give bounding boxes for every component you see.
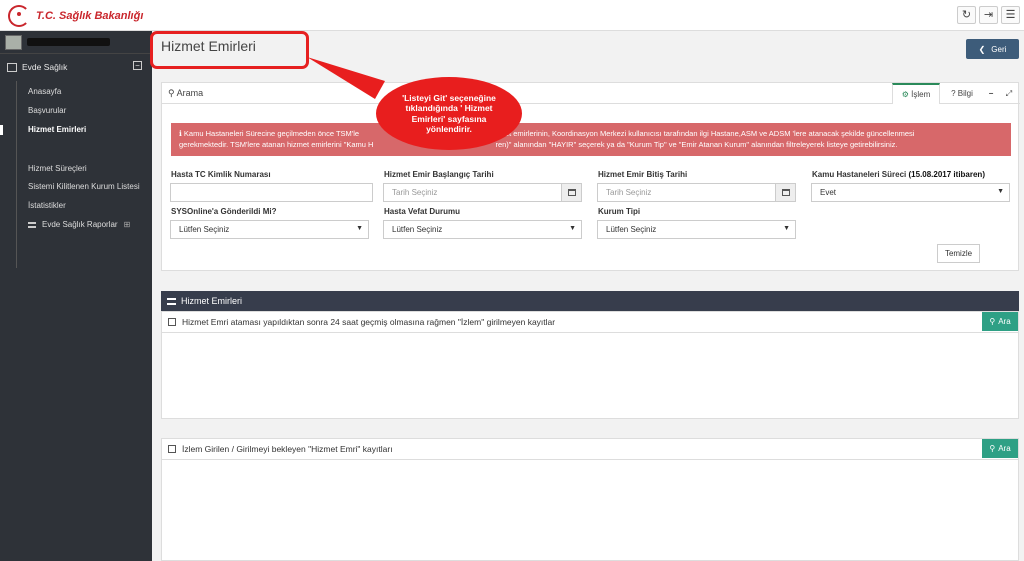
list-icon xyxy=(167,297,176,305)
user-profile[interactable]: ████████ xyxy=(5,33,152,51)
end-date-placeholder: Tarih Seçiniz xyxy=(606,188,652,197)
vefat-label: Hasta Vefat Durumu xyxy=(384,207,461,216)
kurum-select[interactable]: Lütfen Seçiniz ▼ xyxy=(597,220,796,239)
search-icon: ⚲ xyxy=(989,444,996,453)
search-button[interactable]: ⚲ Ara xyxy=(982,439,1018,458)
vefat-select[interactable]: Lütfen Seçiniz ▼ xyxy=(383,220,582,239)
menu-button[interactable]: ☰ xyxy=(1001,6,1020,24)
sidebar-item-raporlar[interactable]: Evde Sağlık Raporlar ⊞ xyxy=(28,220,130,229)
logo: T.C. Sağlık Bakanlığı xyxy=(8,4,143,28)
results-header: Hizmet Emirleri xyxy=(161,291,1019,311)
home-icon xyxy=(7,62,17,72)
caret-down-icon: ▼ xyxy=(569,225,576,232)
expand-icon[interactable]: ⤢ xyxy=(1002,83,1016,104)
search-icon: ⚲ xyxy=(168,88,177,98)
gear-icon: ⚙ xyxy=(901,90,909,99)
user-name: ████████ xyxy=(27,38,110,46)
izlem-records-panel: İzlem Girilen / Girilmeyi bekleyen "Hizm… xyxy=(161,438,1019,561)
izlem-records-header: İzlem Girilen / Girilmeyi bekleyen "Hizm… xyxy=(162,439,1018,460)
kurum-value: Lütfen Seçiniz xyxy=(606,225,657,234)
search-title-label: Arama xyxy=(176,88,204,98)
active-indicator xyxy=(0,125,3,135)
ministry-logo-icon xyxy=(8,5,30,27)
alert-text: ℹ Kamu Hastaneleri Sürecine geçilmeden ö… xyxy=(179,129,360,138)
search-button[interactable]: ⚲ Ara xyxy=(982,312,1018,331)
search-title: ⚲ Arama xyxy=(168,88,203,99)
avatar xyxy=(5,34,22,50)
izlem-records-title: İzlem Girilen / Girilmeyi bekleyen "Hizm… xyxy=(182,444,393,454)
tab-label: İşlem xyxy=(911,90,931,99)
list-icon xyxy=(28,221,36,228)
tree-line xyxy=(16,81,17,268)
sidebar-item-label: Evde Sağlık Raporlar xyxy=(42,220,118,229)
search-button-label: Ara xyxy=(998,444,1011,453)
calendar-icon[interactable] xyxy=(775,184,795,201)
end-date-label: Hizmet Emir Bitiş Tarihi xyxy=(598,170,688,179)
start-date-placeholder: Tarih Seçiniz xyxy=(392,188,438,197)
sys-value: Lütfen Seçiniz xyxy=(179,225,230,234)
top-bar: T.C. Sağlık Bakanlığı ↻ ⇥ ☰ xyxy=(0,0,1024,31)
caret-down-icon: ▼ xyxy=(783,225,790,232)
sidebar-section-label: Evde Sağlık xyxy=(22,62,68,72)
back-label: Geri xyxy=(991,44,1007,54)
sidebar-item-hizmet-emirleri[interactable]: Hizmet Emirleri xyxy=(28,125,86,134)
edit-icon xyxy=(168,445,176,453)
callout-bubble: 'Listeyi Git' seçeneğine tıklandığında '… xyxy=(376,77,522,150)
divider xyxy=(0,53,152,54)
end-date-input[interactable]: Tarih Seçiniz xyxy=(597,183,796,202)
tab-label: Bilgi xyxy=(957,89,973,98)
pending-records-panel: Hizmet Emri ataması yapıldıktan sonra 24… xyxy=(161,311,1019,419)
vefat-value: Lütfen Seçiniz xyxy=(392,225,443,234)
alert-text: gerekmektedir. TSM'lere atanan hizmet em… xyxy=(179,139,374,149)
tc-label: Hasta TC Kimlik Numarası xyxy=(171,170,271,179)
calendar-icon[interactable] xyxy=(561,184,581,201)
caret-down-icon: ▼ xyxy=(356,225,363,232)
results-title: Hizmet Emirleri xyxy=(181,296,243,306)
sidebar-item-hizmet-surecleri[interactable]: Hizmet Süreçleri xyxy=(28,164,87,173)
search-button-label: Ara xyxy=(998,317,1011,326)
sys-select[interactable]: Lütfen Seçiniz ▼ xyxy=(170,220,369,239)
kamu-select[interactable]: Evet ▼ xyxy=(811,183,1010,202)
start-date-label: Hizmet Emir Başlangıç Tarihi xyxy=(384,170,494,179)
clear-button[interactable]: Temizle xyxy=(937,244,980,263)
question-icon: ? xyxy=(951,89,956,98)
sidebar-item-basvurular[interactable]: Başvurular xyxy=(28,106,66,115)
info-alert: ℹ Kamu Hastaneleri Sürecine geçilmeden ö… xyxy=(171,123,1011,156)
tab-bilgi[interactable]: ? Bilgi xyxy=(944,83,980,104)
back-button[interactable]: ❮ Geri xyxy=(966,39,1019,59)
kamu-value: Evet xyxy=(820,188,837,197)
sidebar: ████████ Evde Sağlık − Anasayfa Başvurul… xyxy=(0,31,152,561)
highlight-box xyxy=(150,31,309,69)
kurum-label: Kurum Tipi xyxy=(598,207,641,216)
tc-input[interactable] xyxy=(170,183,373,202)
search-panel: ⚲ Arama ⚙ İşlem ? Bilgi − ⤢ ℹ Kamu Hasta… xyxy=(161,82,1020,271)
collapse-icon[interactable]: − xyxy=(133,61,142,70)
sys-label: SYSOnline'a Gönderildi Mi? xyxy=(171,207,277,216)
sidebar-item-anasayfa[interactable]: Anasayfa xyxy=(28,87,61,96)
tab-islem[interactable]: ⚙ İşlem xyxy=(892,83,940,104)
sidebar-item-istatistikler[interactable]: İstatistikler xyxy=(28,201,66,210)
expand-icon[interactable]: ⊞ xyxy=(124,220,131,229)
caret-down-icon: ▼ xyxy=(997,188,1004,195)
pending-records-header: Hizmet Emri ataması yapıldıktan sonra 24… xyxy=(162,312,1018,333)
sidebar-item-kilitlenen-kurum[interactable]: Sistemi Kilitlenen Kurum Listesi xyxy=(28,182,140,191)
logout-button[interactable]: ⇥ xyxy=(979,6,998,24)
alert-text: hizmet emirlerinin, Koordinasyon Merkezi… xyxy=(489,129,915,138)
kamu-label: Kamu Hastaneleri Süreci (15.08.2017 itib… xyxy=(812,170,985,179)
chevron-left-icon: ❮ xyxy=(978,44,986,54)
logo-text: T.C. Sağlık Bakanlığı xyxy=(36,10,144,22)
kamu-label-text: Kamu Hastaneleri Süreci xyxy=(812,170,907,179)
kamu-label-suffix: (15.08.2017 itibaren) xyxy=(908,170,985,179)
sidebar-section-evde-saglik[interactable]: Evde Sağlık − xyxy=(7,59,147,75)
alert-text: ren)" alanından "HAYIR" seçerek ya da "K… xyxy=(495,139,898,149)
refresh-button[interactable]: ↻ xyxy=(957,6,976,24)
edit-icon xyxy=(168,318,176,326)
start-date-input[interactable]: Tarih Seçiniz xyxy=(383,183,582,202)
search-panel-header: ⚲ Arama ⚙ İşlem ? Bilgi − ⤢ xyxy=(162,83,1020,104)
search-icon: ⚲ xyxy=(989,317,996,326)
pending-records-title: Hizmet Emri ataması yapıldıktan sonra 24… xyxy=(182,317,556,327)
minimize-icon[interactable]: − xyxy=(984,83,998,104)
